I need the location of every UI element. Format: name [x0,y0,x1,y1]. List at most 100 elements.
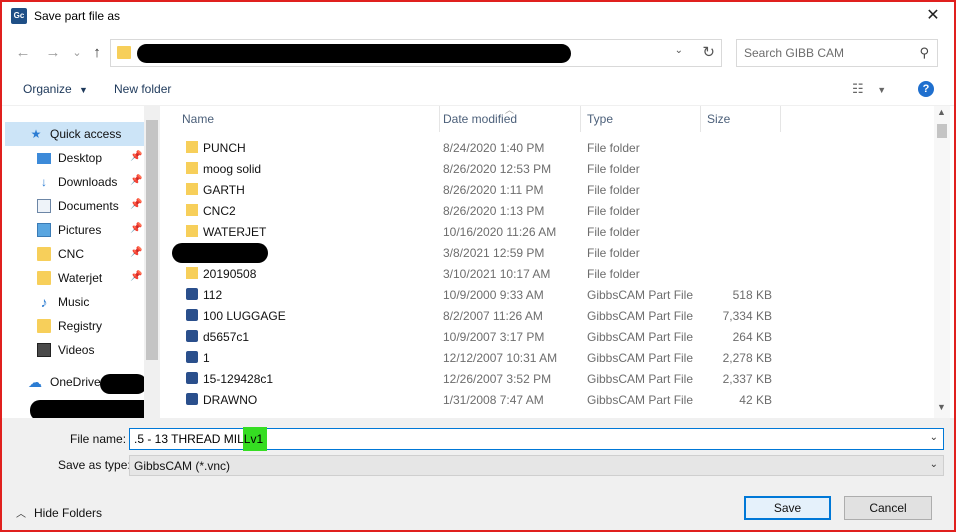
file-list-scrollbar[interactable]: ▲ ▼ [934,106,950,418]
file-name: 1 [203,351,210,365]
file-type: File folder [587,204,640,218]
sidebar-item-label: Videos [58,343,95,357]
sidebar-item-label: Waterjet [58,271,103,285]
file-row[interactable]: GARTH 8/26/2020 1:11 PM File folder [162,179,934,200]
filename-input[interactable] [130,429,920,449]
column-divider[interactable] [780,106,781,132]
column-date-header[interactable]: Date modified [443,112,517,126]
sidebar-item-label: Desktop [58,151,103,165]
file-row[interactable]: 3/8/2021 12:59 PM File folder [162,242,934,263]
scroll-down-icon[interactable]: ▼ [937,402,946,412]
folder-icon [186,183,198,195]
scroll-up-icon[interactable]: ▲ [937,107,946,117]
music-icon: ♪ [40,294,48,310]
save-button[interactable]: Save [744,496,831,520]
recent-locations-button[interactable]: ⌄ [66,42,88,64]
file-date: 10/16/2020 11:26 AM [443,225,557,239]
file-row[interactable]: WATERJET 10/16/2020 11:26 AM File folder [162,221,934,242]
sidebar-scrollbar[interactable] [144,106,160,418]
title-bar: Gc Save part file as ✕ [2,2,954,32]
file-row[interactable]: PUNCH 8/24/2020 1:40 PM File folder [162,137,934,158]
back-button[interactable]: ← [12,42,34,64]
folder-icon [37,247,51,261]
sidebar-item-label: Registry [58,319,103,333]
sidebar-item-quick-access[interactable]: ★ Quick access [5,122,145,146]
sidebar-item-documents[interactable]: Documents 📌 [2,194,144,218]
filename-label: File name: [70,432,127,446]
picture-icon [37,223,51,237]
file-date: 8/26/2020 1:13 PM [443,204,545,218]
sidebar-item-waterjet[interactable]: Waterjet 📌 [2,266,144,290]
file-row[interactable]: d5657c1 10/9/2007 3:17 PM GibbsCAM Part Fi… [162,326,934,347]
file-type: File folder [587,141,640,155]
pin-icon: 📌 [130,223,143,234]
filename-field[interactable]: ⌄ [129,427,944,451]
refresh-button[interactable]: ↻ [702,43,715,61]
redacted-text [30,400,156,418]
close-button[interactable]: ✕ [918,4,948,28]
organize-button[interactable]: Organize ▼ [23,82,88,96]
search-input[interactable] [737,40,907,66]
folder-icon [186,141,198,153]
savetype-select[interactable]: GibbsCAM (*.vnc) ⌄ [129,455,944,476]
up-button[interactable]: ↑ [86,42,108,64]
file-row[interactable]: CNC2 8/26/2020 1:13 PM File folder [162,200,934,221]
scrollbar-thumb[interactable] [146,120,158,360]
file-name: DRAWNO [203,393,258,407]
search-box[interactable]: ⚲ [736,39,938,67]
arrow-up-icon: ↑ [93,44,101,61]
change-view-button[interactable]: ☷ ▼ [852,81,886,97]
column-divider[interactable] [580,106,581,132]
view-list-icon: ☷ [852,81,864,96]
sidebar-item-pictures[interactable]: Pictures 📌 [2,218,144,242]
column-divider[interactable] [439,106,440,132]
video-icon [37,343,51,357]
file-name: PUNCH [203,141,246,155]
file-type: GibbsCAM Part File [587,372,694,386]
savetype-label: Save as type: [58,458,131,472]
file-row[interactable]: DRAWNO 1/31/2008 7:47 AM GibbsCAM Part Fil… [162,389,934,410]
file-row[interactable]: 1 12/12/2007 10:31 AM GibbsCAM Part File 2,… [162,347,934,368]
folder-icon [117,46,131,59]
column-type-header[interactable]: Type [587,112,613,126]
file-row[interactable]: moog solid 8/26/2020 12:53 PM File folder [162,158,934,179]
chevron-up-icon: ︿ [16,509,26,520]
file-name: moog solid [203,162,262,176]
column-divider[interactable] [700,106,701,132]
window-title: Save part file as [34,9,121,23]
help-icon[interactable]: ? [918,81,934,97]
column-name-header[interactable]: Name [182,112,214,126]
sidebar-item-downloads[interactable]: ↓ Downloads 📌 [2,170,144,194]
new-folder-button[interactable]: New folder [114,82,171,96]
file-row[interactable]: 20190508 3/10/2021 10:17 AM File folder [162,263,934,284]
gibbscam-part-file-icon [186,351,198,363]
sidebar-item-videos[interactable]: Videos [2,338,144,362]
file-date: 10/9/2007 3:17 PM [443,330,545,344]
hide-folders-button[interactable]: ︿ Hide Folders [16,505,102,520]
sidebar-item-music[interactable]: ♪ Music [2,290,144,314]
sidebar-item-cnc[interactable]: CNC 📌 [2,242,144,266]
file-date: 3/10/2021 10:17 AM [443,267,551,281]
file-row[interactable]: 100 LUGGAGE 8/2/2007 11:26 AM GibbsCAM Par… [162,305,934,326]
sidebar-item-desktop[interactable]: Desktop 📌 [2,146,144,170]
chevron-down-icon[interactable]: ⌄ [675,45,683,56]
scrollbar-thumb[interactable] [937,124,947,138]
file-type: File folder [587,246,640,260]
forward-button[interactable]: → [42,42,64,64]
cancel-button[interactable]: Cancel [844,496,932,520]
gibbscam-part-file-icon [186,330,198,342]
sidebar-item-registry[interactable]: Registry [2,314,144,338]
file-date: 12/12/2007 10:31 AM [443,351,558,365]
file-row[interactable]: 15-129428c1 12/26/2007 3:52 PM GibbsCAM Pa… [162,368,934,389]
address-bar[interactable]: ⌄ ↻ [110,39,722,67]
folder-icon [186,225,198,237]
organize-label: Organize [23,82,72,96]
chevron-down-icon[interactable]: ⌄ [930,432,938,443]
address-row: ← → ⌄ ↑ ⌄ ↻ ⚲ [2,38,954,68]
save-form: File name: ⌄ Save as type: GibbsCAM (*.v… [2,418,954,530]
column-size-header[interactable]: Size [707,112,730,126]
cloud-icon: ☁ [28,374,42,390]
file-row[interactable]: 112 10/9/2000 9:33 AM GibbsCAM Part File 51… [162,284,934,305]
file-date: 10/9/2000 9:33 AM [443,288,544,302]
refresh-icon: ↻ [702,44,715,61]
